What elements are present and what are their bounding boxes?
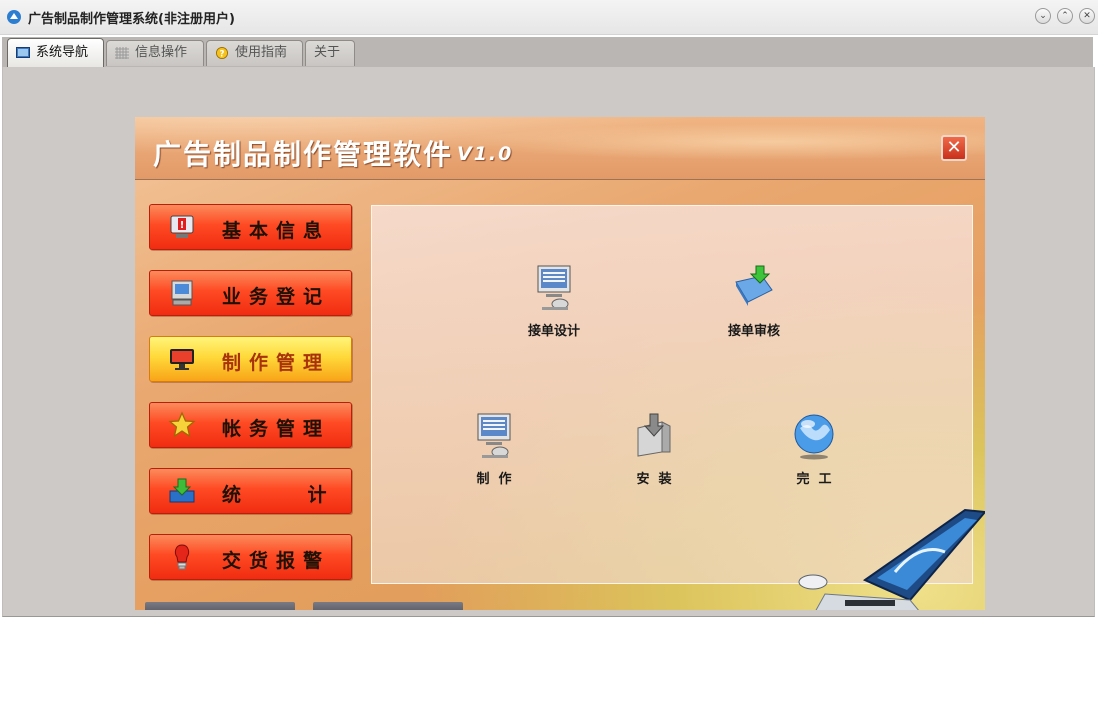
alert-monitor-icon: !	[170, 215, 194, 238]
monitor-icon	[16, 46, 30, 58]
menu-delivery-alarm-button[interactable]: 交货报警	[149, 534, 352, 580]
bulb-alarm-icon	[174, 544, 190, 570]
tab-label: 系统导航	[36, 45, 89, 60]
bottom-tab-stub	[145, 602, 295, 610]
star-icon	[168, 411, 196, 438]
menu-accounts-management-button[interactable]: 帐务管理	[149, 402, 352, 448]
production-computer-icon	[477, 413, 511, 458]
tab-user-guide[interactable]: ? 使用指南	[206, 40, 303, 66]
menu-label: 业务登记	[222, 286, 331, 308]
menu-label: 制作管理	[222, 352, 331, 374]
tab-label: 使用指南	[235, 45, 288, 60]
help-icon: ?	[216, 46, 228, 59]
svg-text:?: ?	[220, 49, 225, 59]
menu-label: 统 计	[222, 484, 335, 506]
tab-about[interactable]: 关于	[305, 40, 355, 66]
order-design-item[interactable]: 接单设计	[514, 264, 594, 339]
navigation-panel: 广告制品制作管理软件 V1.0 ✕ ! 基本信息 业务登记 制作管理 帐务管理 …	[135, 117, 985, 610]
globe-icon	[794, 414, 834, 460]
panel-header: 广告制品制作管理软件 V1.0 ✕	[135, 117, 985, 180]
panel-version: V1.0	[457, 143, 514, 165]
tab-system-navigation[interactable]: 系统导航	[7, 38, 104, 67]
content-area: 广告制品制作管理软件 V1.0 ✕ ! 基本信息 业务登记 制作管理 帐务管理 …	[2, 67, 1095, 617]
laptop-illustration	[798, 508, 985, 610]
design-computer-icon	[537, 265, 571, 310]
tab-info-operations[interactable]: 信息操作	[106, 40, 204, 66]
minimize-button[interactable]: ⌄	[1035, 8, 1051, 24]
work-item-label: 接单设计	[527, 324, 580, 339]
svg-text:!: !	[180, 220, 185, 231]
tab-bar: 系统导航 信息操作 ? 使用指南 关于	[2, 37, 1093, 68]
bottom-tab-stub	[313, 602, 463, 610]
window-title: 广告制品制作管理系统(非注册用户)	[28, 12, 235, 27]
menu-production-management-button[interactable]: 制作管理	[149, 336, 352, 382]
work-item-label: 完 工	[796, 472, 832, 487]
review-folder-icon	[735, 265, 773, 306]
maximize-button[interactable]: ⌃	[1057, 8, 1073, 24]
menu-label: 交货报警	[222, 550, 331, 572]
panel-title: 广告制品制作管理软件	[153, 138, 454, 171]
tab-label: 关于	[314, 45, 341, 60]
work-item-label: 接单审核	[727, 324, 780, 339]
installation-item[interactable]: 安 装	[614, 412, 694, 487]
completion-item[interactable]: 完 工	[774, 412, 854, 487]
close-panel-button[interactable]: ✕	[941, 135, 967, 161]
download-tray-icon	[169, 478, 195, 503]
title-bar: 广告制品制作管理系统(非注册用户) ⌄ ⌃ ✕	[0, 0, 1098, 35]
grid-icon	[115, 46, 129, 59]
production-item[interactable]: 制 作	[454, 412, 534, 487]
menu-business-registration-button[interactable]: 业务登记	[149, 270, 352, 316]
close-window-button[interactable]: ✕	[1079, 8, 1095, 24]
display-icon	[170, 349, 194, 370]
work-item-label: 安 装	[636, 472, 672, 487]
menu-statistics-button[interactable]: 统 计	[149, 468, 352, 514]
install-box-icon	[637, 413, 671, 457]
app-icon	[7, 10, 21, 24]
order-review-item[interactable]: 接单审核	[714, 264, 794, 339]
tab-label: 信息操作	[135, 45, 188, 60]
computer-icon	[171, 280, 193, 306]
menu-basic-info-button[interactable]: ! 基本信息	[149, 204, 352, 250]
menu-label: 帐务管理	[222, 418, 331, 440]
work-item-label: 制 作	[476, 472, 512, 487]
menu-label: 基本信息	[222, 220, 331, 242]
